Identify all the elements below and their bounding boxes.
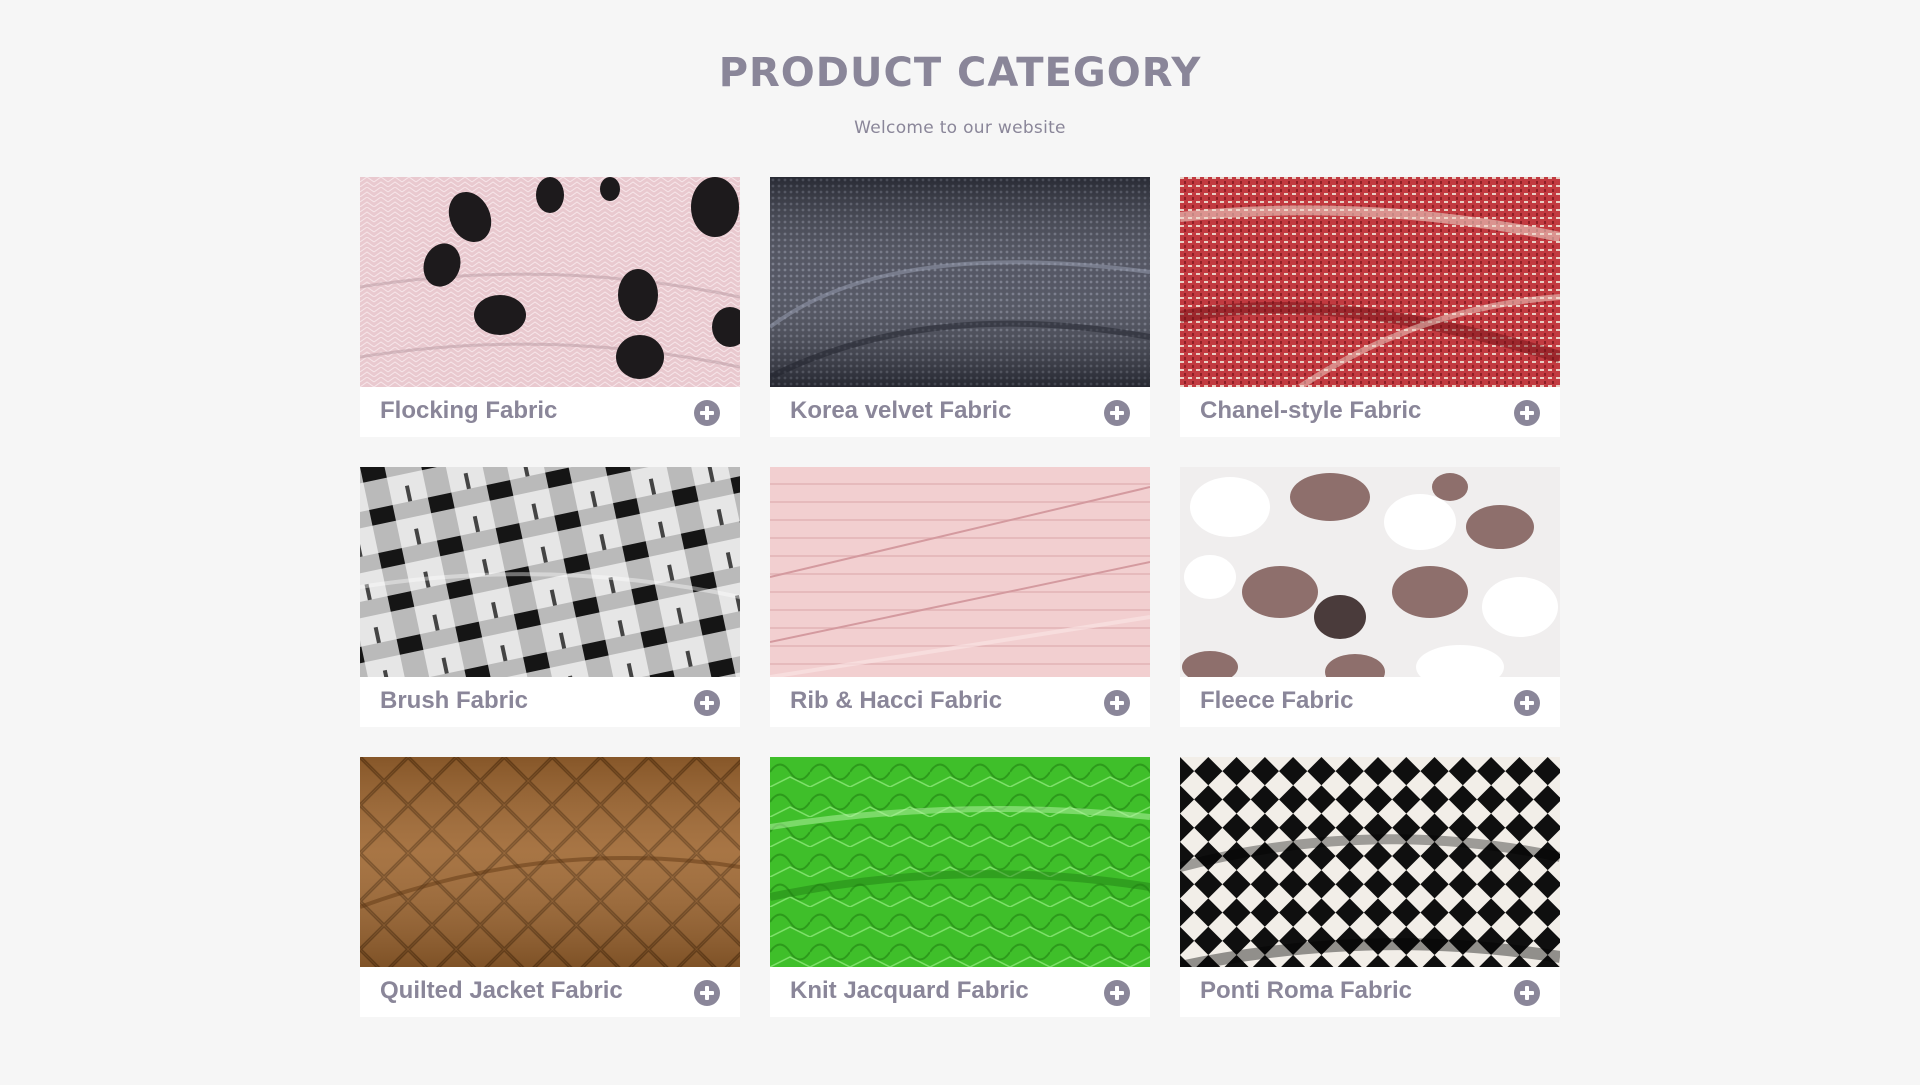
category-caption: Korea velvet Fabric: [770, 387, 1150, 437]
plus-circle-icon[interactable]: [1104, 690, 1130, 716]
category-label[interactable]: Flocking Fabric: [380, 397, 557, 425]
category-label[interactable]: Brush Fabric: [380, 687, 528, 715]
plus-circle-icon[interactable]: [1514, 980, 1540, 1006]
category-label[interactable]: Chanel-style Fabric: [1200, 397, 1421, 425]
plus-circle-icon[interactable]: [1514, 690, 1540, 716]
category-label[interactable]: Quilted Jacket Fabric: [380, 977, 623, 1005]
category-label[interactable]: Ponti Roma Fabric: [1200, 977, 1412, 1005]
page-title: PRODUCT CATEGORY: [718, 50, 1202, 96]
category-card-chanel-style[interactable]: Chanel-style Fabric: [1180, 177, 1560, 437]
category-card-korea-velvet[interactable]: Korea velvet Fabric: [770, 177, 1150, 437]
category-label[interactable]: Fleece Fabric: [1200, 687, 1353, 715]
category-caption: Quilted Jacket Fabric: [360, 967, 740, 1017]
brush-fabric-image[interactable]: [360, 467, 740, 677]
category-grid: Flocking Fabric Korea velvet Fabric Chan…: [360, 177, 1560, 1017]
plus-circle-icon[interactable]: [694, 400, 720, 426]
category-card-rib-hacci[interactable]: Rib & Hacci Fabric: [770, 467, 1150, 727]
knit-jacquard-fabric-image[interactable]: [770, 757, 1150, 967]
flocking-fabric-image[interactable]: [360, 177, 740, 387]
plus-circle-icon[interactable]: [694, 980, 720, 1006]
chanel-style-fabric-image[interactable]: [1180, 177, 1560, 387]
plus-circle-icon[interactable]: [1514, 400, 1540, 426]
category-caption: Ponti Roma Fabric: [1180, 967, 1560, 1017]
category-label[interactable]: Rib & Hacci Fabric: [790, 687, 1002, 715]
plus-circle-icon[interactable]: [1104, 400, 1130, 426]
category-card-fleece[interactable]: Fleece Fabric: [1180, 467, 1560, 727]
quilted-jacket-fabric-image[interactable]: [360, 757, 740, 967]
category-card-flocking[interactable]: Flocking Fabric: [360, 177, 740, 437]
category-caption: Brush Fabric: [360, 677, 740, 727]
category-caption: Flocking Fabric: [360, 387, 740, 437]
category-card-ponti-roma[interactable]: Ponti Roma Fabric: [1180, 757, 1560, 1017]
category-card-brush[interactable]: Brush Fabric: [360, 467, 740, 727]
page-subtitle: Welcome to our website: [854, 118, 1066, 138]
category-caption: Fleece Fabric: [1180, 677, 1560, 727]
rib-hacci-fabric-image[interactable]: [770, 467, 1150, 677]
plus-circle-icon[interactable]: [1104, 980, 1130, 1006]
category-label[interactable]: Korea velvet Fabric: [790, 397, 1011, 425]
category-card-quilted-jacket[interactable]: Quilted Jacket Fabric: [360, 757, 740, 1017]
category-caption: Rib & Hacci Fabric: [770, 677, 1150, 727]
plus-circle-icon[interactable]: [694, 690, 720, 716]
section-header: PRODUCT CATEGORY Welcome to our website: [0, 50, 1920, 138]
category-caption: Chanel-style Fabric: [1180, 387, 1560, 437]
product-category-page: PRODUCT CATEGORY Welcome to our website: [0, 0, 1920, 1085]
category-card-knit-jacquard[interactable]: Knit Jacquard Fabric: [770, 757, 1150, 1017]
fleece-fabric-image[interactable]: [1180, 467, 1560, 677]
ponti-roma-fabric-image[interactable]: [1180, 757, 1560, 967]
category-caption: Knit Jacquard Fabric: [770, 967, 1150, 1017]
category-label[interactable]: Knit Jacquard Fabric: [790, 977, 1029, 1005]
korea-velvet-fabric-image[interactable]: [770, 177, 1150, 387]
